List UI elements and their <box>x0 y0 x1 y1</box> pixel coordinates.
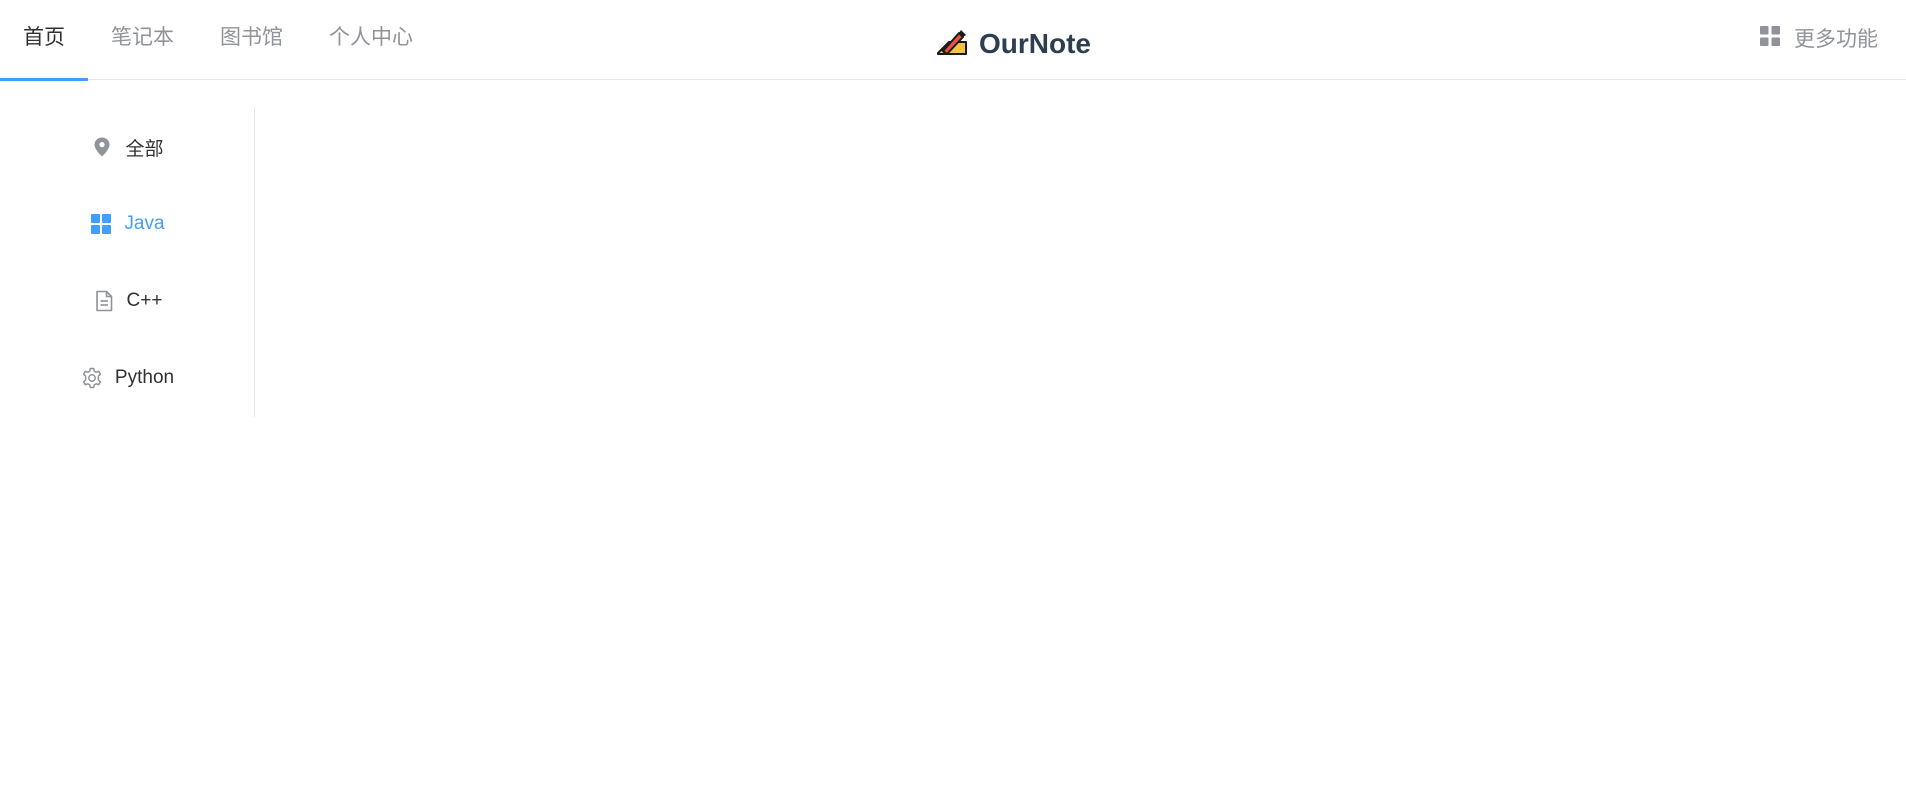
nav-tabs: 首页 笔记本 图书馆 个人中心 <box>0 0 436 81</box>
sidebar-item-python[interactable]: Python <box>0 358 255 398</box>
app-title: OurNote <box>979 28 1091 59</box>
tab-library[interactable]: 图书馆 <box>197 0 306 80</box>
sidebar-item-label: 全部 <box>125 138 164 160</box>
location-pin-icon <box>91 136 113 158</box>
sidebar-item-label: C++ <box>126 290 163 311</box>
sidebar-menu: 全部 Java C++ Python <box>0 107 255 417</box>
more-features-button[interactable]: 更多功能 <box>1760 22 1878 54</box>
tab-home[interactable]: 首页 <box>0 0 88 81</box>
sidebar-item-label: Java <box>124 213 165 234</box>
grid-icon <box>90 213 112 235</box>
tab-personal-center[interactable]: 个人中心 <box>306 0 436 80</box>
pencil-note-icon <box>935 27 969 61</box>
sidebar-item-java[interactable]: Java <box>0 204 255 244</box>
app-logo[interactable]: OurNote <box>935 26 1091 62</box>
sidebar-item-cpp[interactable]: C++ <box>0 281 255 321</box>
top-navbar: 首页 笔记本 图书馆 个人中心 OurNote 更多功能 <box>0 0 1906 81</box>
main-content <box>256 81 1906 798</box>
document-icon <box>93 290 115 312</box>
sidebar-item-all[interactable]: 全部 <box>0 127 255 167</box>
more-features-label: 更多功能 <box>1794 27 1878 51</box>
grid-icon <box>1760 25 1780 51</box>
sidebar-item-label: Python <box>114 367 175 388</box>
gear-icon <box>81 367 103 389</box>
tab-notebook[interactable]: 笔记本 <box>88 0 197 80</box>
